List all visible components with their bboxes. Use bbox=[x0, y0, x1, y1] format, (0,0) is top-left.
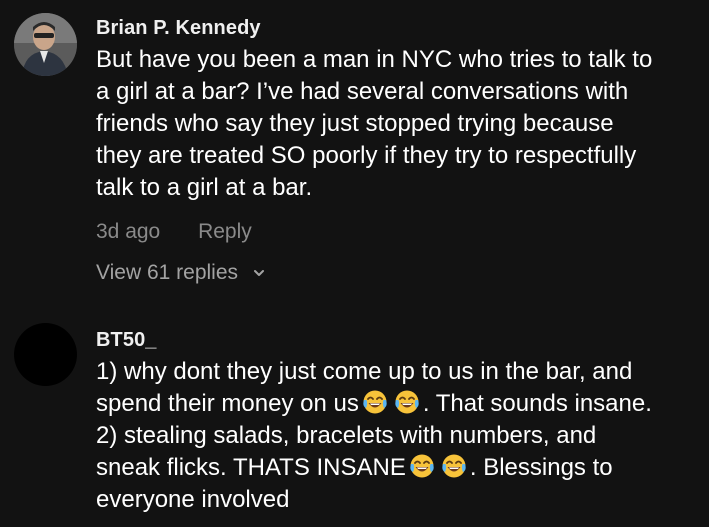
comment-username[interactable]: Brian P. Kennedy bbox=[96, 14, 701, 42]
comment-text-line: 1) why dont they just come up to us in t… bbox=[96, 358, 633, 385]
chevron-down-icon bbox=[253, 270, 264, 277]
comment-text-line: a girl at a bar? I’ve had several conver… bbox=[96, 78, 629, 105]
comment-text-line: talk to a girl at a bar. bbox=[96, 174, 313, 201]
face-with-tears-of-joy-icon bbox=[395, 390, 419, 414]
view-replies-button[interactable]: View 61 replies bbox=[96, 258, 266, 288]
comment-text-fragment: spend their money on us bbox=[96, 390, 359, 417]
avatar[interactable] bbox=[14, 323, 77, 386]
avatar-photo bbox=[14, 13, 77, 76]
comment-text-line: friends who say they just stopped trying… bbox=[96, 110, 614, 137]
view-replies-label: View 61 replies bbox=[96, 261, 239, 284]
comment-text: 1) why dont they just come up to us in t… bbox=[96, 356, 701, 516]
comment-username[interactable]: BT50_ bbox=[96, 326, 701, 354]
comment-text-line: they are treated SO poorly if they try t… bbox=[96, 142, 637, 169]
face-with-tears-of-joy-icon bbox=[363, 390, 387, 414]
comment-text: But have you been a man in NYC who tries… bbox=[96, 44, 701, 204]
comment-text-fragment: sneak flicks. THATS INSANE bbox=[96, 454, 406, 481]
reply-button[interactable]: Reply bbox=[198, 217, 252, 247]
comment-text-line: 2) stealing salads, bracelets with numbe… bbox=[96, 422, 597, 449]
comment-text-line: But have you been a man in NYC who tries… bbox=[96, 46, 653, 73]
avatar[interactable] bbox=[14, 13, 77, 76]
comment-text-line: spend their money on us . That sounds ins… bbox=[96, 388, 701, 420]
comment-meta: 3d ago Reply bbox=[96, 217, 701, 247]
comment-text-line: sneak flicks. THATS INSANE . Blessings to bbox=[96, 452, 701, 484]
comment-text-fragment: . Blessings to bbox=[469, 454, 613, 481]
comment-text-fragment: . That sounds insane. bbox=[422, 390, 652, 417]
comment-timestamp: 3d ago bbox=[96, 220, 161, 243]
face-with-tears-of-joy-icon bbox=[410, 454, 434, 478]
face-with-tears-of-joy-icon bbox=[442, 454, 466, 478]
comment-text-line: everyone involved bbox=[96, 486, 290, 513]
